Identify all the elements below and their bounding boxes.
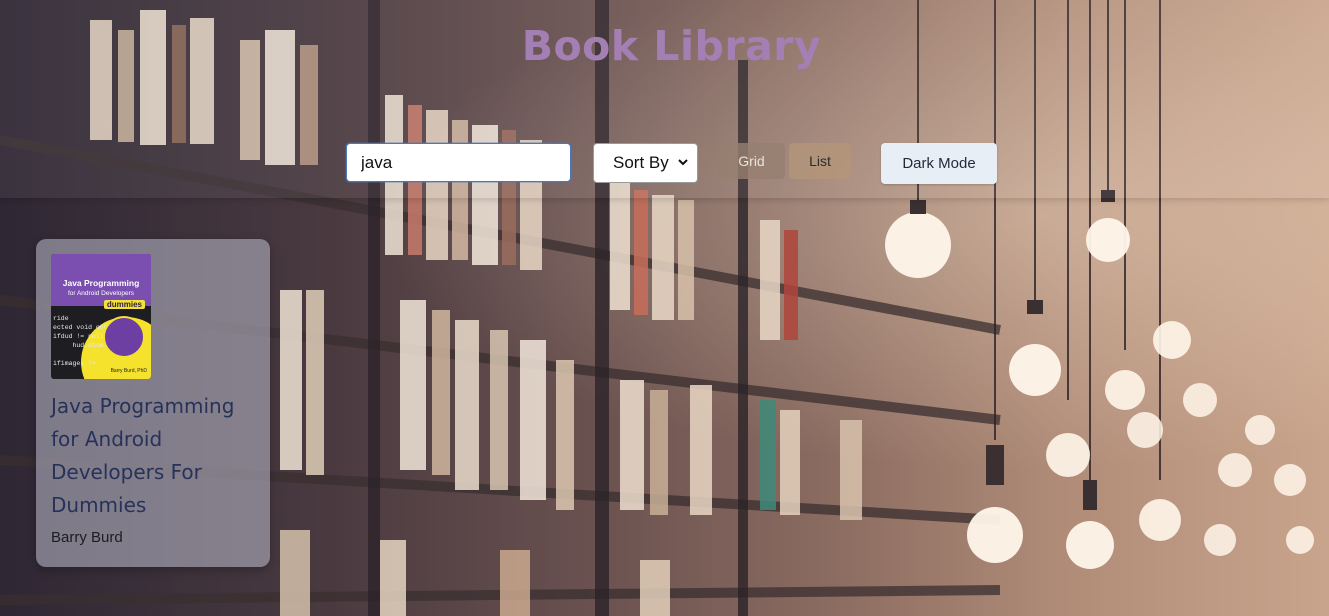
book-cover-image: Java Programming for Android Developers … xyxy=(51,254,151,379)
book-title: Java Programming for Android Developers … xyxy=(51,394,235,517)
list-view-button[interactable]: List xyxy=(789,143,851,179)
cover-subtitle: for Android Developers xyxy=(67,290,135,297)
search-input[interactable] xyxy=(346,143,571,182)
page-title: Book Library xyxy=(521,22,822,70)
grid-view-button[interactable]: Grid xyxy=(718,143,785,179)
cover-author: Barry Burd, PhD xyxy=(110,368,147,374)
sort-select[interactable]: Sort By xyxy=(593,143,698,183)
cover-title: Java Programming xyxy=(62,278,140,288)
cover-badge-circle xyxy=(103,316,145,358)
dark-mode-button[interactable]: Dark Mode xyxy=(881,143,997,184)
cover-brand: dummies xyxy=(103,300,145,309)
chevron-down-icon xyxy=(678,159,688,166)
book-card[interactable]: Java Programming for Android Developers … xyxy=(36,239,270,567)
header-bar: Book Library Sort By Grid List Dark Mode xyxy=(0,0,1329,198)
sort-select-label: Sort By xyxy=(613,153,669,172)
book-author: Barry Burd xyxy=(51,529,123,546)
